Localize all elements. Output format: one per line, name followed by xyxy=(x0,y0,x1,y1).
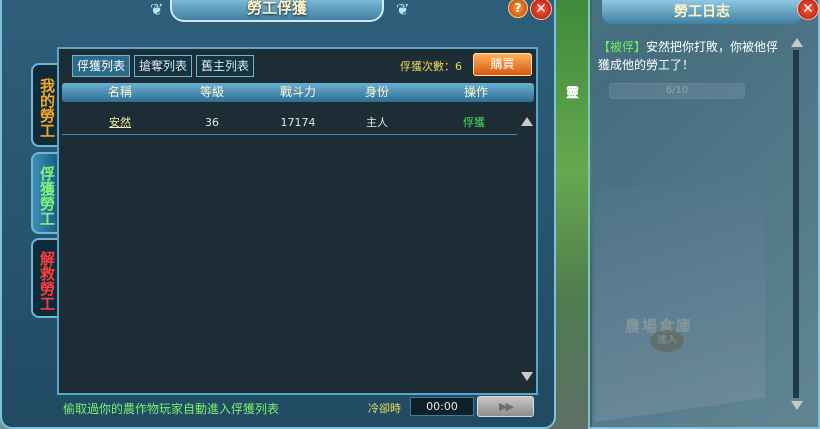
cooldown-skip-button[interactable]: ▶▶ xyxy=(477,396,534,417)
column-header-level: 等級 xyxy=(199,85,225,99)
table-scrollbar[interactable] xyxy=(519,115,533,383)
scroll-up-arrow-icon[interactable] xyxy=(521,117,533,126)
log-panel-title: 勞工日志 xyxy=(602,0,802,24)
background-spirit-label: 靈 xyxy=(566,86,580,101)
log-scrollbar[interactable] xyxy=(789,36,803,412)
subtab-capture-list[interactable]: 俘獲列表 xyxy=(72,55,131,77)
player-name-link[interactable]: 安然 xyxy=(109,112,131,134)
tab-rescue-laborers[interactable]: 解救勞工 xyxy=(31,238,57,318)
scroll-down-arrow-icon[interactable] xyxy=(521,372,533,381)
log-entry: 【被俘】安然把你打敗，你被他俘獲成他的勞工了！ xyxy=(598,38,788,74)
subtab-former-owner-list[interactable]: 舊主列表 xyxy=(196,55,255,77)
bottom-hint-text: 偷取過你的農作物玩家自動進入俘獲列表 xyxy=(63,402,280,416)
log-scroll-up-arrow-icon[interactable] xyxy=(791,38,803,47)
table-row: 安然 36 17174 主人 俘獲 xyxy=(62,112,517,135)
column-header-identity: 身份 xyxy=(364,85,390,99)
cooldown-label: 冷卻時 xyxy=(368,402,401,415)
subtab-plunder-list[interactable]: 搶奪列表 xyxy=(134,55,193,77)
tab-my-laborers[interactable]: 我的勞工 xyxy=(31,63,57,147)
column-header-action: 操作 xyxy=(463,85,489,99)
column-header-power: 戰斗力 xyxy=(279,85,317,99)
window-title: 勞工俘獲 xyxy=(170,0,384,22)
column-header-name: 名稱 xyxy=(107,85,133,99)
log-scroll-track[interactable] xyxy=(793,50,799,398)
log-entry-tag: 【被俘】 xyxy=(598,40,647,54)
list-subtabs: 俘獲列表 搶奪列表 舊主列表 xyxy=(72,55,255,77)
title-ornament-right-icon: ❦ xyxy=(396,0,410,19)
capture-count: 俘獲次數：6 xyxy=(400,60,462,73)
buy-button[interactable]: 購買 xyxy=(473,53,532,76)
player-power: 17174 xyxy=(280,116,316,129)
capture-action-button[interactable]: 俘獲 xyxy=(463,112,485,134)
player-level: 36 xyxy=(205,116,219,129)
cooldown-timer: 00:00 xyxy=(410,397,474,416)
table-header: 名稱 等級 戰斗力 身份 操作 xyxy=(62,83,534,102)
player-identity: 主人 xyxy=(366,116,388,129)
log-scroll-down-arrow-icon[interactable] xyxy=(791,401,803,410)
tab-capture-laborers[interactable]: 俘獲勞工 xyxy=(31,152,57,234)
